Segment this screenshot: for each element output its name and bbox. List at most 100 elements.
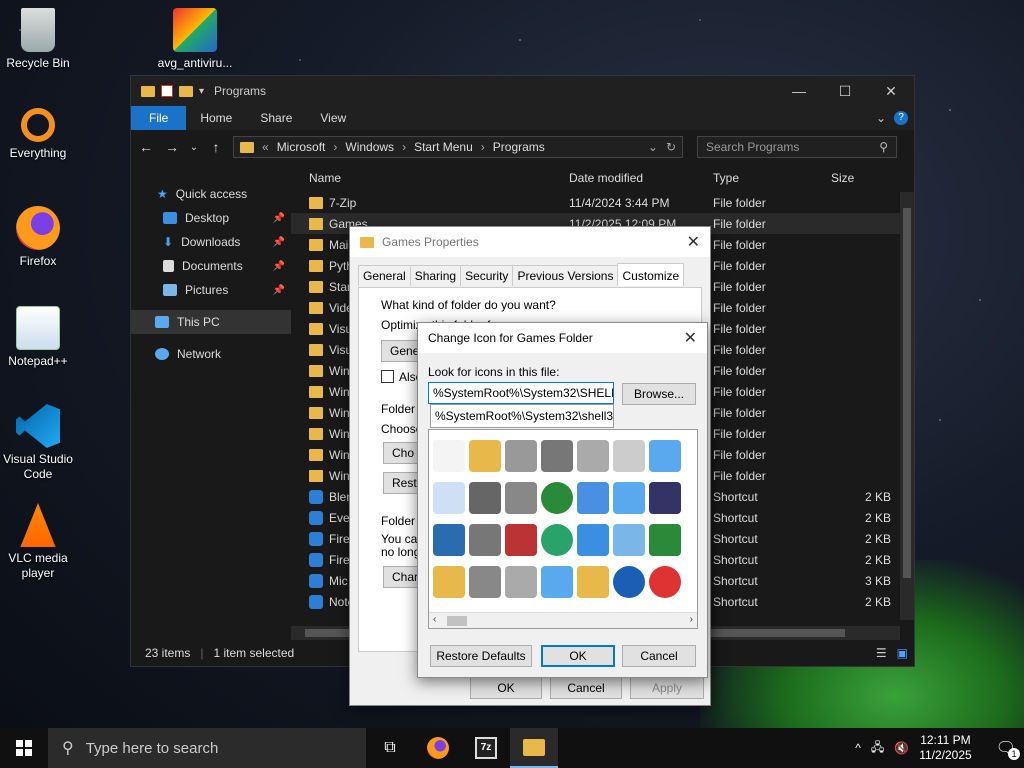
taskbar-search[interactable]: ⚲ Type here to search bbox=[48, 728, 366, 768]
clock[interactable]: 12:11 PM 11/2/2025 bbox=[919, 733, 972, 763]
pin-icon[interactable]: 📌 bbox=[273, 237, 285, 248]
cancel-button[interactable]: Cancel bbox=[622, 645, 696, 667]
desktop-icon-recycle-bin[interactable]: Recycle Bin bbox=[0, 8, 76, 71]
column-date-modified[interactable]: Date modified bbox=[569, 171, 713, 185]
apply-button[interactable]: Apply bbox=[630, 677, 704, 699]
tab-general[interactable]: General bbox=[358, 265, 411, 286]
breadcrumb-item[interactable]: Programs bbox=[493, 140, 545, 154]
network-icon[interactable] bbox=[577, 524, 609, 556]
nav-this-pc[interactable]: This PC bbox=[131, 310, 291, 334]
large-icons-view-icon[interactable]: ▣ bbox=[897, 646, 908, 660]
floppy-icon[interactable] bbox=[469, 524, 501, 556]
desktop-icon-firefox[interactable]: Firefox bbox=[0, 206, 76, 269]
tab-customize[interactable]: Customize bbox=[617, 263, 685, 286]
desktop-icon-vlc[interactable]: VLC media player bbox=[0, 503, 76, 581]
world-icon[interactable] bbox=[541, 524, 573, 556]
application-window-icon[interactable] bbox=[433, 524, 465, 556]
computer-icon[interactable] bbox=[469, 482, 501, 514]
desktop-monitor-icon[interactable] bbox=[613, 482, 645, 514]
network-drive-icon[interactable] bbox=[505, 482, 537, 514]
speaker-muted-icon[interactable]: 🔇 bbox=[894, 741, 909, 755]
folder-icon[interactable] bbox=[433, 566, 465, 598]
cancel-button[interactable]: Cancel bbox=[550, 677, 622, 699]
hscroll-thumb[interactable] bbox=[447, 616, 467, 626]
chevron-right-icon[interactable]: › bbox=[333, 140, 337, 154]
cd-drive-icon[interactable] bbox=[505, 566, 537, 598]
tab-home[interactable]: Home bbox=[186, 106, 246, 130]
chevron-right-icon[interactable]: › bbox=[402, 140, 406, 154]
window-icon[interactable] bbox=[649, 440, 681, 472]
also-apply-checkbox[interactable] bbox=[381, 370, 394, 383]
icon-path-input[interactable]: %SystemRoot%\System32\SHELL32 bbox=[428, 382, 614, 404]
browse-button[interactable]: Browse... bbox=[622, 383, 696, 405]
search-input[interactable]: Search Programs ⚲ bbox=[697, 136, 897, 158]
breadcrumb-item[interactable]: Windows bbox=[345, 140, 394, 154]
scroll-thumb[interactable] bbox=[903, 208, 911, 578]
column-type[interactable]: Type bbox=[713, 171, 831, 185]
tab-file[interactable]: File bbox=[131, 106, 187, 130]
folder-icon[interactable] bbox=[469, 440, 501, 472]
chevron-up-icon[interactable]: ^ bbox=[855, 741, 861, 755]
close-icon[interactable]: ✕ bbox=[687, 232, 700, 252]
task-view-button[interactable]: ⧉ bbox=[366, 728, 414, 768]
nav-desktop[interactable]: Desktop 📌 bbox=[131, 206, 291, 230]
drive-icon[interactable] bbox=[505, 440, 537, 472]
start-button[interactable] bbox=[0, 728, 48, 768]
tab-view[interactable]: View bbox=[306, 106, 360, 130]
refresh-icon[interactable]: ↻ bbox=[666, 140, 676, 154]
vertical-scrollbar[interactable] bbox=[900, 192, 914, 620]
ok-button[interactable]: OK bbox=[541, 645, 615, 667]
explorer-titlebar[interactable]: ▾ Programs — ☐ ✕ bbox=[131, 76, 914, 106]
scroll-left-icon[interactable]: ‹ bbox=[433, 614, 436, 625]
breadcrumb-item[interactable]: Start Menu bbox=[414, 140, 473, 154]
pin-icon[interactable]: 📌 bbox=[273, 213, 285, 224]
globe-icon[interactable] bbox=[541, 482, 573, 514]
dropdown-arrow-icon[interactable]: ▾ bbox=[199, 86, 204, 97]
control-panel-icon[interactable] bbox=[649, 482, 681, 514]
desktop-icon-everything[interactable]: Everything bbox=[0, 108, 76, 161]
expand-ribbon-icon[interactable]: ⌄ bbox=[876, 111, 886, 125]
icon-grid[interactable]: ‹ › bbox=[428, 429, 698, 629]
printer-icon[interactable] bbox=[577, 440, 609, 472]
minimize-icon[interactable]: — bbox=[776, 83, 822, 100]
dialog-titlebar[interactable]: Games Properties ✕ bbox=[350, 227, 710, 257]
chip-icon[interactable] bbox=[541, 440, 573, 472]
nav-pictures[interactable]: Pictures 📌 bbox=[131, 278, 291, 302]
desktop-icon-notepadpp[interactable]: Notepad++ bbox=[0, 306, 76, 369]
close-icon[interactable]: ✕ bbox=[684, 328, 697, 348]
keypad-folder-icon[interactable] bbox=[577, 566, 609, 598]
desktop-icon-vscode[interactable]: Visual Studio Code bbox=[0, 404, 76, 482]
nav-quick-access[interactable]: ★ Quick access bbox=[131, 182, 291, 206]
back-arrow-icon[interactable]: ← bbox=[137, 139, 155, 155]
tab-previous-versions[interactable]: Previous Versions bbox=[512, 265, 619, 286]
restore-defaults-button[interactable]: Restore Defaults bbox=[430, 645, 532, 667]
desktop-icon-avg[interactable]: avg_antiviru... bbox=[157, 8, 233, 71]
maximize-icon[interactable]: ☐ bbox=[822, 83, 868, 100]
overflow-chevron-icon[interactable]: « bbox=[262, 140, 269, 154]
tab-share[interactable]: Share bbox=[246, 106, 306, 130]
table-row[interactable]: 7-Zip 11/4/2024 3:44 PM File folder bbox=[291, 192, 914, 213]
column-name[interactable]: Name bbox=[309, 171, 569, 185]
icon-grid-scrollbar[interactable]: ‹ › bbox=[429, 612, 697, 628]
recent-locations-icon[interactable]: ⌄ bbox=[189, 142, 199, 153]
new-folder-icon[interactable] bbox=[179, 85, 193, 97]
notification-icon[interactable]: 🗨 1 bbox=[996, 738, 1020, 760]
nav-downloads[interactable]: ⬇ Downloads 📌 bbox=[131, 230, 291, 254]
laptop-icon[interactable] bbox=[541, 566, 573, 598]
dialog-titlebar[interactable]: Change Icon for Games Folder ✕ bbox=[418, 323, 707, 353]
taskbar-7zip[interactable]: 7z bbox=[462, 728, 510, 768]
tab-security[interactable]: Security bbox=[460, 265, 514, 286]
breadcrumb-item[interactable]: Microsoft bbox=[277, 140, 326, 154]
nav-documents[interactable]: Documents 📌 bbox=[131, 254, 291, 278]
network-icon[interactable]: 🖧 bbox=[871, 738, 884, 759]
hard-disk-icon[interactable] bbox=[469, 566, 501, 598]
document-clock-icon[interactable] bbox=[613, 440, 645, 472]
help-icon[interactable]: ? bbox=[894, 111, 908, 125]
pin-icon[interactable]: 📌 bbox=[273, 285, 285, 296]
up-arrow-icon[interactable]: ↑ bbox=[207, 139, 225, 155]
address-dropdown-icon[interactable]: ⌄ bbox=[648, 140, 658, 154]
blank-document-icon[interactable] bbox=[433, 440, 465, 472]
autocomplete-suggestion[interactable]: %SystemRoot%\System32\shell32 bbox=[430, 404, 614, 428]
details-view-icon[interactable]: ☰ bbox=[876, 646, 887, 660]
close-icon[interactable]: ✕ bbox=[868, 83, 914, 100]
